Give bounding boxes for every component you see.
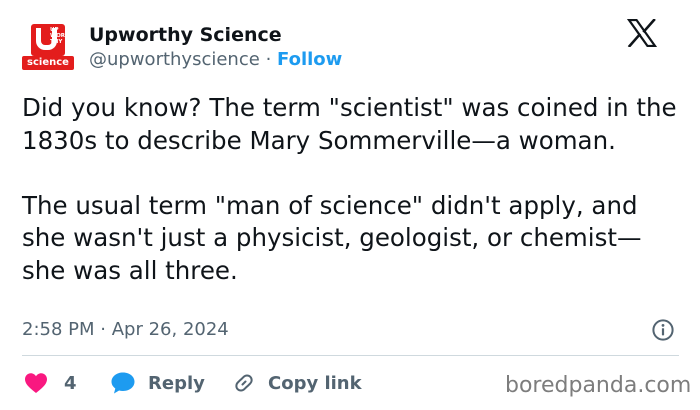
copy-link-button[interactable]: Copy link	[232, 366, 362, 400]
tweet-date: Apr 26, 2024	[111, 319, 229, 340]
timestamp-separator: ·	[100, 319, 106, 340]
copy-link-label: Copy link	[268, 372, 362, 394]
like-button[interactable]: 4	[24, 366, 77, 400]
tweet-timestamp[interactable]: 2:58 PM · Apr 26, 2024	[22, 316, 229, 344]
tweet-time: 2:58 PM	[22, 319, 95, 340]
avatar-logo-tile: UP WOR THY	[31, 24, 65, 56]
tweet-text: Did you know? The term "scientist" was c…	[22, 93, 677, 285]
divider	[22, 355, 679, 356]
like-count: 4	[64, 372, 77, 394]
account-name[interactable]: Upworthy Science	[89, 23, 282, 47]
reply-button[interactable]: Reply	[110, 366, 205, 400]
reply-bubble-icon	[111, 372, 135, 394]
follow-button[interactable]: Follow	[277, 49, 342, 70]
avatar[interactable]: UP WOR THY science	[22, 24, 74, 70]
link-icon	[235, 374, 253, 392]
handle-separator: ·	[265, 49, 272, 70]
avatar-logo-text: UP WOR THY	[50, 27, 65, 45]
heart-icon	[25, 373, 47, 393]
account-handle[interactable]: @upworthyscience	[89, 49, 260, 70]
watermark: boredpanda.com	[505, 373, 692, 398]
handle-row: @upworthyscience · Follow	[89, 48, 342, 72]
tweet-header: UP WOR THY science Upworthy Science @upw…	[22, 23, 682, 73]
reply-label: Reply	[148, 372, 205, 394]
avatar-science-label: science	[22, 56, 74, 70]
x-logo-icon[interactable]	[627, 19, 657, 47]
info-icon[interactable]	[651, 318, 675, 342]
